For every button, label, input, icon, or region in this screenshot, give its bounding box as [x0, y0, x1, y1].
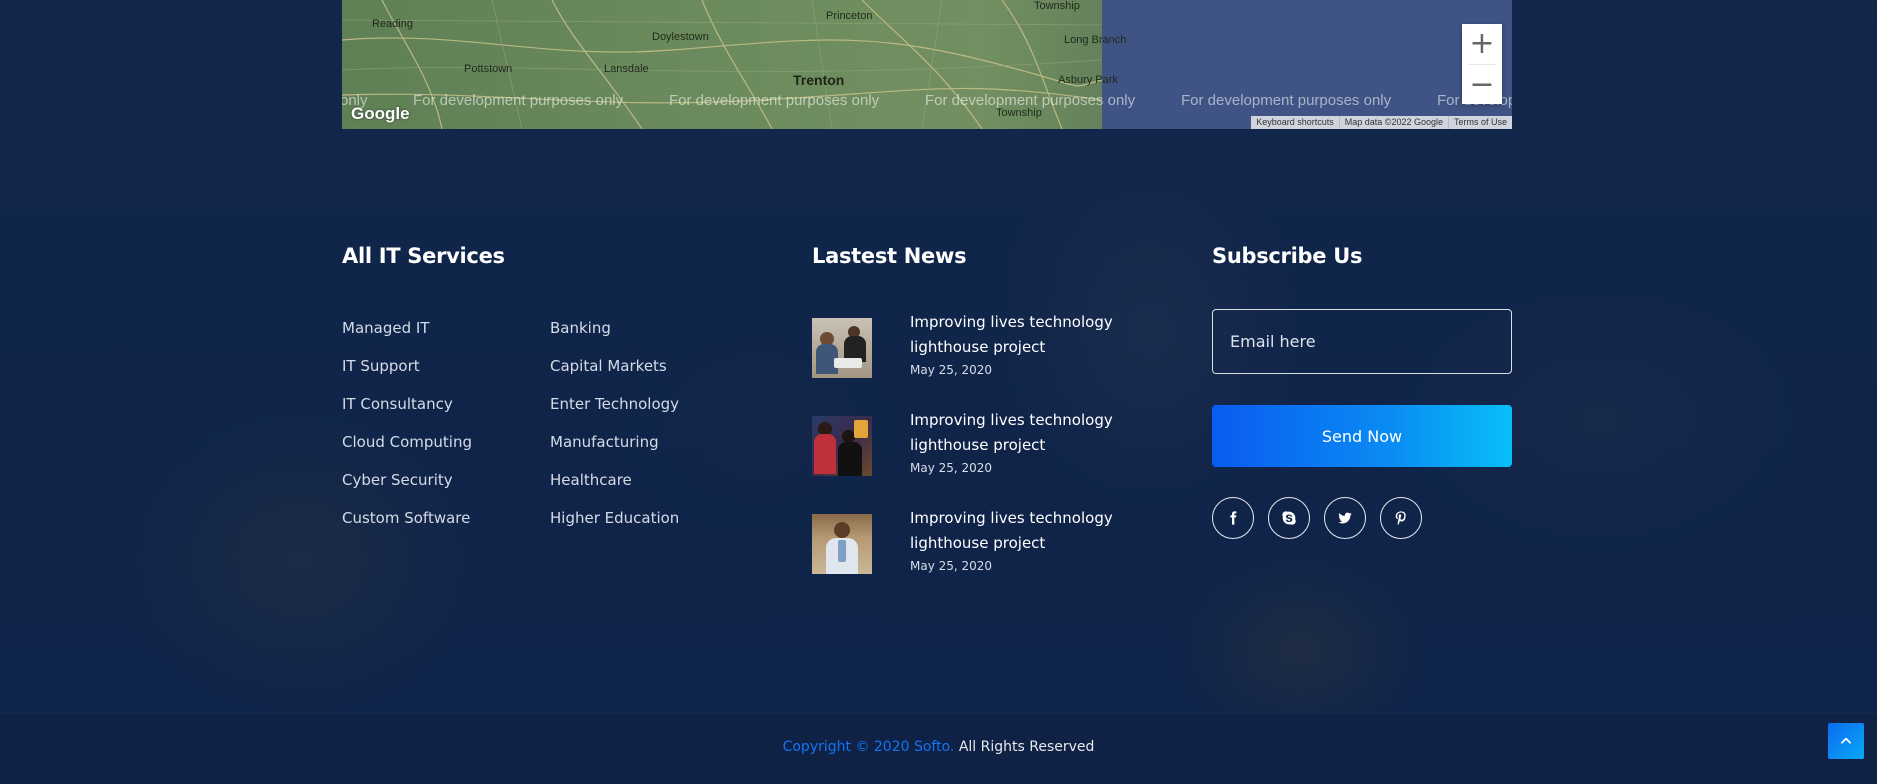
services-list-2: Banking Capital Markets Enter Technology… — [550, 318, 679, 546]
service-link[interactable]: Banking — [550, 318, 679, 356]
service-link[interactable]: IT Consultancy — [342, 394, 472, 432]
map-label-doylestown: Doylestown — [652, 31, 709, 43]
social-links — [1212, 497, 1436, 539]
twitter-icon — [1338, 512, 1352, 524]
news-body: Improving lives technology lighthouse pr… — [910, 310, 1130, 408]
news-item-date: May 25, 2020 — [910, 363, 993, 377]
map-label-township: Township — [1034, 0, 1080, 12]
map-attribution: Keyboard shortcuts Map data ©2022 Google… — [1251, 116, 1512, 129]
terms-of-use-link[interactable]: Terms of Use — [1447, 116, 1512, 129]
services-title: All IT Services — [342, 244, 505, 268]
news-body: Improving lives technology lighthouse pr… — [910, 506, 1130, 604]
news-item-title[interactable]: Improving lives technology lighthouse pr… — [910, 310, 1130, 360]
scroll-to-top-button[interactable] — [1828, 723, 1864, 759]
copyright-brand-link[interactable]: Copyright © 2020 Softo. — [783, 739, 955, 755]
service-link[interactable]: Capital Markets — [550, 356, 679, 394]
map-dev-notice: For development purposes only — [925, 92, 1136, 109]
service-link[interactable]: Higher Education — [550, 508, 679, 546]
service-link[interactable]: Healthcare — [550, 470, 679, 508]
map-label-lansdale: Lansdale — [604, 63, 649, 75]
news-item-title[interactable]: Improving lives technology lighthouse pr… — [910, 506, 1130, 556]
news-item: Improving lives technology lighthouse pr… — [812, 408, 1130, 506]
map-label-reading: Reading — [372, 18, 413, 30]
news-title: Lastest News — [812, 244, 967, 268]
news-item: Improving lives technology lighthouse pr… — [812, 506, 1130, 604]
map-data-text: Map data ©2022 Google — [1338, 116, 1448, 129]
service-link[interactable]: Manufacturing — [550, 432, 679, 470]
zoom-out-button[interactable]: − — [1462, 65, 1502, 104]
news-item-title[interactable]: Improving lives technology lighthouse pr… — [910, 408, 1130, 458]
twitter-link[interactable] — [1324, 497, 1366, 539]
pinterest-icon — [1395, 511, 1406, 525]
news-list: Improving lives technology lighthouse pr… — [812, 310, 1130, 604]
map-roads — [342, 0, 1103, 129]
pinterest-link[interactable] — [1380, 497, 1422, 539]
google-logo: Google — [351, 104, 410, 123]
copyright-text: All Rights Reserved — [954, 739, 1095, 755]
keyboard-shortcuts-link[interactable]: Keyboard shortcuts — [1251, 116, 1339, 129]
map-zoom-control: + − — [1462, 24, 1502, 104]
service-link[interactable]: Cyber Security — [342, 470, 472, 508]
email-input[interactable] — [1212, 309, 1512, 374]
news-item: Improving lives technology lighthouse pr… — [812, 310, 1130, 408]
map-dev-notice: For development purposes only — [669, 92, 880, 109]
chevron-up-icon — [1841, 737, 1851, 744]
news-body: Improving lives technology lighthouse pr… — [910, 408, 1130, 506]
zoom-in-button[interactable]: + — [1462, 24, 1502, 64]
news-thumbnail[interactable] — [812, 318, 872, 378]
news-thumbnail[interactable] — [812, 416, 872, 476]
copyright: Copyright © 2020 Softo. All Rights Reser… — [0, 739, 1877, 755]
footer-bottom-bar: Copyright © 2020 Softo. All Rights Reser… — [0, 713, 1877, 784]
news-item-date: May 25, 2020 — [910, 461, 993, 475]
send-now-button[interactable]: Send Now — [1212, 405, 1512, 467]
map-label-pottstown: Pottstown — [464, 63, 513, 75]
service-link[interactable]: Enter Technology — [550, 394, 679, 432]
map-label-asbury-park: Asbury Park — [1058, 74, 1118, 86]
service-link[interactable]: Managed IT — [342, 318, 472, 356]
service-link[interactable]: IT Support — [342, 356, 472, 394]
map-label-trenton: Trenton — [793, 72, 845, 88]
skype-icon — [1282, 511, 1296, 525]
news-item-date: May 25, 2020 — [910, 559, 993, 573]
map-dev-notice: For development purposes only — [1181, 92, 1392, 109]
map-dev-notice: For development purposes only — [413, 92, 624, 109]
facebook-link[interactable] — [1212, 497, 1254, 539]
facebook-icon — [1230, 511, 1237, 525]
subscribe-title: Subscribe Us — [1212, 244, 1363, 268]
map-label-princeton: Princeton — [826, 10, 873, 22]
map-label-long-branch: Long Branch — [1064, 34, 1127, 46]
service-link[interactable]: Cloud Computing — [342, 432, 472, 470]
map[interactable]: Reading Princeton Township Doylestown Lo… — [342, 0, 1512, 129]
service-link[interactable]: Custom Software — [342, 508, 472, 546]
skype-link[interactable] — [1268, 497, 1310, 539]
news-thumbnail[interactable] — [812, 514, 872, 574]
services-list-1: Managed IT IT Support IT Consultancy Clo… — [342, 318, 472, 546]
